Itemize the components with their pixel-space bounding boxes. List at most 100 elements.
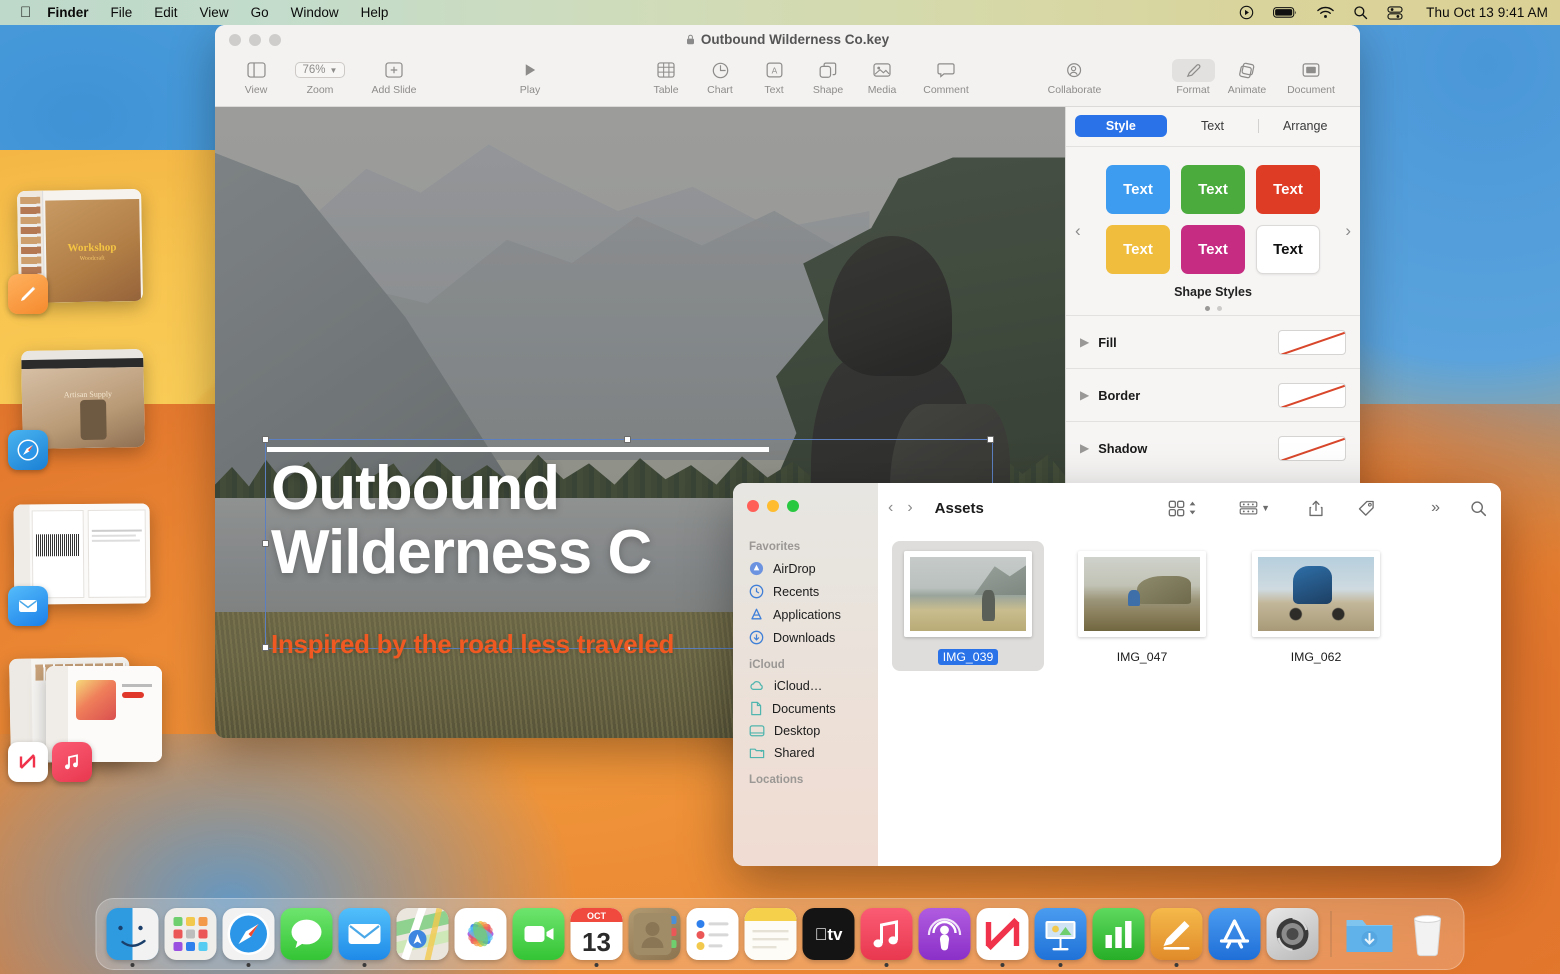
dock-item-messages[interactable] (281, 908, 333, 960)
style-chip-yellow[interactable]: Text (1106, 225, 1170, 274)
sidebar-item-airdrop[interactable]: AirDrop (733, 557, 878, 580)
dock-item-maps[interactable] (397, 908, 449, 960)
dock-item-launchpad[interactable] (165, 908, 217, 960)
dock-item-news[interactable] (977, 908, 1029, 960)
dock-item-trash[interactable] (1402, 908, 1454, 960)
view-stepper-icon[interactable] (1188, 500, 1197, 516)
menubar-clock[interactable]: Thu Oct 13 9:41 AM (1426, 5, 1548, 20)
toolbar-play-button[interactable]: Play (503, 53, 557, 96)
toolbar-zoom-control[interactable]: 76% ▼ Zoom (283, 53, 357, 96)
apple-logo-icon[interactable]:  (20, 5, 31, 20)
forward-button[interactable]: › (907, 499, 912, 517)
close-button[interactable] (747, 500, 759, 512)
dock-item-downloads-folder[interactable] (1344, 908, 1396, 960)
border-row[interactable]: ▶ Border (1066, 368, 1360, 421)
toolbar-view-button[interactable]: View (229, 53, 283, 96)
zoom-button[interactable] (787, 500, 799, 512)
styles-next-arrow[interactable]: › (1345, 221, 1351, 241)
selection-handle-tc[interactable] (624, 436, 631, 443)
play-circle-icon[interactable] (1239, 5, 1254, 20)
file-name-img-047[interactable]: IMG_047 (1112, 649, 1173, 665)
menu-item-view[interactable]: View (200, 5, 229, 20)
dock-item-appletv[interactable]: tv (803, 908, 855, 960)
file-item-img-039[interactable]: IMG_039 (892, 541, 1044, 671)
toolbar-format-button[interactable]: Format (1166, 53, 1220, 96)
toolbar-document-button[interactable]: Document (1274, 53, 1348, 96)
menu-item-file[interactable]: File (111, 5, 133, 20)
selection-handle-tr[interactable] (987, 436, 994, 443)
tab-text[interactable]: Text (1167, 115, 1259, 137)
menu-item-help[interactable]: Help (361, 5, 389, 20)
chevron-down-icon[interactable]: ▼ (1261, 503, 1270, 513)
sidebar-item-documents[interactable]: Documents (733, 697, 878, 720)
dock-item-photos[interactable] (455, 908, 507, 960)
selection-handle-tl[interactable] (262, 436, 269, 443)
search-icon[interactable] (1353, 5, 1368, 20)
page-dot-1[interactable] (1205, 306, 1210, 311)
group-by-button[interactable]: ▼ (1239, 500, 1270, 516)
wifi-icon[interactable] (1317, 6, 1334, 19)
menu-item-window[interactable]: Window (291, 5, 339, 20)
stage-item-mail[interactable] (0, 502, 180, 620)
fill-row[interactable]: ▶ Fill (1066, 315, 1360, 368)
dock-item-appstore[interactable] (1209, 908, 1261, 960)
style-chip-green[interactable]: Text (1181, 165, 1245, 214)
more-icon[interactable]: » (1431, 499, 1440, 517)
sidebar-item-applications[interactable]: Applications (733, 603, 878, 626)
dock-item-podcasts[interactable] (919, 908, 971, 960)
menu-item-finder[interactable]: Finder (47, 5, 88, 20)
style-chip-red[interactable]: Text (1256, 165, 1320, 214)
battery-icon[interactable] (1273, 6, 1298, 19)
dock-item-reminders[interactable] (687, 908, 739, 960)
toolbar-table-button[interactable]: Table (639, 53, 693, 96)
search-button[interactable] (1470, 500, 1487, 517)
tag-button[interactable] (1358, 500, 1375, 517)
file-item-img-062[interactable]: IMG_062 (1240, 541, 1392, 671)
file-name-img-039[interactable]: IMG_039 (938, 649, 999, 665)
style-chip-white[interactable]: Text (1256, 225, 1320, 274)
finder-window-controls[interactable] (747, 500, 799, 512)
dock-item-notes[interactable] (745, 908, 797, 960)
style-chip-magenta[interactable]: Text (1181, 225, 1245, 274)
icon-view-button[interactable] (1168, 500, 1197, 517)
dock-item-calendar[interactable]: OCT 13 (571, 908, 623, 960)
chevron-right-icon[interactable]: ▶ (1080, 335, 1089, 349)
sidebar-item-downloads[interactable]: Downloads (733, 626, 878, 649)
menu-item-go[interactable]: Go (251, 5, 269, 20)
finder-window[interactable]: Favorites AirDrop Recents Applications D… (733, 483, 1501, 866)
toolbar-shape-button[interactable]: Shape (801, 53, 855, 96)
page-dot-2[interactable] (1217, 306, 1222, 311)
sidebar-item-recents[interactable]: Recents (733, 580, 878, 603)
toolbar-comment-button[interactable]: Comment (909, 53, 983, 96)
style-chip-blue[interactable]: Text (1106, 165, 1170, 214)
toolbar-chart-button[interactable]: Chart (693, 53, 747, 96)
border-swatch-none[interactable] (1278, 383, 1346, 408)
dock-item-pages[interactable] (1151, 908, 1203, 960)
stage-item-news-music[interactable] (0, 658, 180, 776)
sidebar-item-shared[interactable]: Shared (733, 742, 878, 764)
shadow-swatch-none[interactable] (1278, 436, 1346, 461)
dock-item-safari[interactable] (223, 908, 275, 960)
stage-item-safari[interactable]: Artisan Supply (0, 346, 180, 464)
styles-prev-arrow[interactable]: ‹ (1075, 221, 1081, 241)
sidebar-item-desktop[interactable]: Desktop (733, 720, 878, 742)
toolbar-animate-button[interactable]: Animate (1220, 53, 1274, 96)
tab-arrange[interactable]: Arrange (1259, 115, 1351, 137)
menu-item-edit[interactable]: Edit (154, 5, 177, 20)
file-item-img-047[interactable]: IMG_047 (1066, 541, 1218, 671)
share-button[interactable] (1308, 500, 1324, 517)
toolbar-collaborate-button[interactable]: Collaborate (1038, 53, 1112, 96)
toolbar-text-button[interactable]: A Text (747, 53, 801, 96)
dock-item-mail[interactable] (339, 908, 391, 960)
chevron-right-icon[interactable]: ▶ (1080, 388, 1089, 402)
dock-item-numbers[interactable] (1093, 908, 1145, 960)
fill-swatch-none[interactable] (1278, 330, 1346, 355)
tab-style[interactable]: Style (1075, 115, 1167, 137)
selection-handle-bl[interactable] (262, 644, 269, 651)
dock-item-contacts[interactable] (629, 908, 681, 960)
shadow-row[interactable]: ▶ Shadow (1066, 421, 1360, 474)
back-button[interactable]: ‹ (888, 499, 893, 517)
dock-item-facetime[interactable] (513, 908, 565, 960)
sidebar-item-icloud-drive[interactable]: iCloud… (733, 675, 878, 697)
minimize-button[interactable] (767, 500, 779, 512)
